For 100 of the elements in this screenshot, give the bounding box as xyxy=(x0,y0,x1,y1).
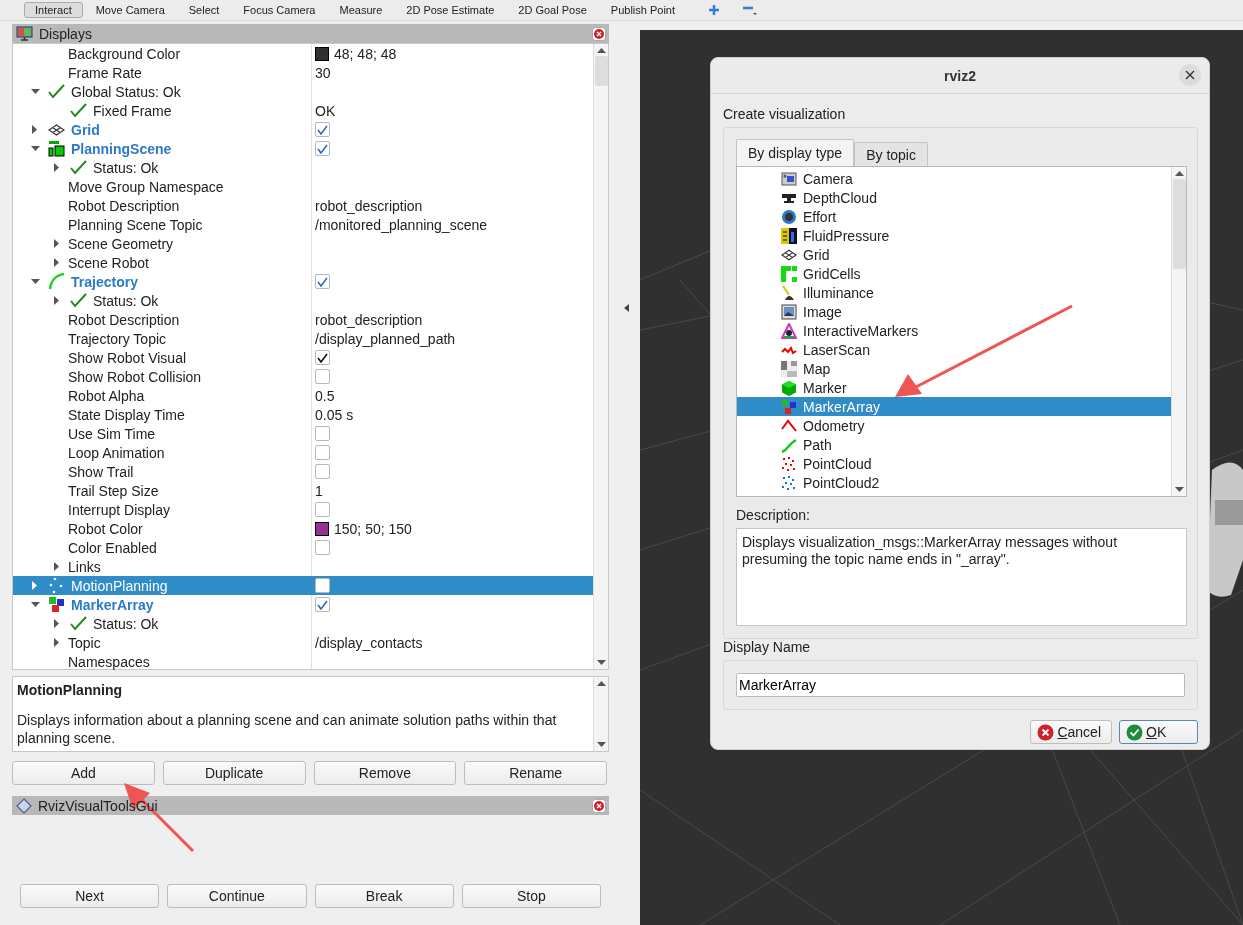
toolbar-button[interactable]: Focus Camera xyxy=(232,2,327,18)
checkbox[interactable] xyxy=(315,445,330,460)
collapsed-arrow-icon[interactable] xyxy=(54,619,60,628)
tree-row[interactable]: Links xyxy=(13,557,593,576)
toolbar-button[interactable]: Publish Point xyxy=(599,2,687,18)
expanded-arrow-icon[interactable] xyxy=(30,145,40,152)
tree-row[interactable]: Trajectory xyxy=(13,272,593,291)
collapsed-arrow-icon[interactable] xyxy=(32,125,38,134)
collapsed-arrow-icon[interactable] xyxy=(54,562,60,571)
checkbox[interactable] xyxy=(315,369,330,384)
list-item[interactable]: Effort xyxy=(737,207,1171,226)
tree-row[interactable]: Status: Ok xyxy=(13,158,593,177)
display-name-field[interactable]: MarkerArray xyxy=(736,673,1185,697)
tree-row[interactable]: Namespaces xyxy=(13,652,593,671)
scrollbar[interactable] xyxy=(1171,167,1186,496)
panel-button[interactable]: Remove xyxy=(313,761,457,785)
scroll-down-icon[interactable] xyxy=(1174,487,1184,492)
checkbox[interactable] xyxy=(315,122,330,137)
close-icon[interactable] xyxy=(592,798,606,813)
tab[interactable]: By display type xyxy=(736,139,855,166)
tree-row[interactable]: Fixed Frame OK xyxy=(13,101,593,120)
checkbox[interactable] xyxy=(315,464,330,479)
tree-row[interactable]: Global Status: Ok xyxy=(13,82,593,101)
tree-row[interactable]: Show Trail xyxy=(13,462,593,481)
tree-row[interactable]: Color Enabled xyxy=(13,538,593,557)
toolbar-button[interactable]: 2D Goal Pose xyxy=(507,2,598,18)
tree-row[interactable]: Planning Scene Topic /monitored_planning_scene xyxy=(13,215,593,234)
list-item[interactable]: PointCloud2 xyxy=(737,473,1171,492)
ok-button[interactable]: OK xyxy=(1119,720,1198,744)
scroll-thumb[interactable] xyxy=(594,56,608,86)
plus-icon[interactable] xyxy=(708,4,721,16)
scroll-up-icon[interactable] xyxy=(596,48,606,53)
tool-button[interactable]: Next xyxy=(20,884,160,908)
checkbox[interactable] xyxy=(315,274,330,289)
tree-row[interactable]: Robot Description robot_description xyxy=(13,310,593,329)
toolbar-button[interactable]: Measure xyxy=(328,2,394,18)
list-item[interactable]: Camera xyxy=(737,169,1171,188)
checkbox[interactable] xyxy=(315,540,330,555)
checkbox[interactable] xyxy=(315,426,330,441)
scrollbar[interactable] xyxy=(593,677,608,751)
list-item[interactable]: Marker xyxy=(737,378,1171,397)
checkbox[interactable] xyxy=(315,578,330,593)
list-item[interactable]: Path xyxy=(737,435,1171,454)
scrollbar[interactable] xyxy=(593,44,608,669)
toolbar-button[interactable]: Select xyxy=(177,2,231,18)
toolbar-button[interactable]: 2D Pose Estimate xyxy=(395,2,506,18)
tree-row[interactable]: MarkerArray xyxy=(13,595,593,614)
tree-row[interactable]: Interrupt Display xyxy=(13,500,593,519)
panel-button[interactable]: Add xyxy=(12,761,155,785)
collapsed-arrow-icon[interactable] xyxy=(54,239,60,248)
tool-button[interactable]: Break xyxy=(314,884,454,908)
list-item[interactable]: Image xyxy=(737,302,1171,321)
list-item[interactable]: GridCells xyxy=(737,264,1171,283)
tree-row[interactable]: Robot Description robot_description xyxy=(13,196,593,215)
tree-row[interactable]: Move Group Namespace xyxy=(13,177,593,196)
tree-row[interactable]: MotionPlanning xyxy=(13,576,593,595)
scroll-up-icon[interactable] xyxy=(596,681,606,686)
tree-row[interactable]: Topic /display_contacts xyxy=(13,633,593,652)
list-item[interactable]: Odometry xyxy=(737,416,1171,435)
collapsed-arrow-icon[interactable] xyxy=(54,258,60,267)
collapsed-arrow-icon[interactable] xyxy=(54,296,60,305)
tree-row[interactable]: Loop Animation xyxy=(13,443,593,462)
scroll-down-icon[interactable] xyxy=(596,660,606,665)
panel-button[interactable]: Rename xyxy=(464,761,607,785)
tree-row[interactable]: Use Sim Time xyxy=(13,424,593,443)
tree-row[interactable]: Show Robot Collision xyxy=(13,367,593,386)
tree-row[interactable]: Grid xyxy=(13,120,593,139)
list-item[interactable]: PointCloud xyxy=(737,454,1171,473)
tree-row[interactable]: Status: Ok xyxy=(13,291,593,310)
scroll-down-icon[interactable] xyxy=(596,742,606,747)
expanded-arrow-icon[interactable] xyxy=(30,88,40,95)
checkbox[interactable] xyxy=(315,350,330,365)
close-button[interactable] xyxy=(1179,64,1201,86)
tree-row[interactable]: Trajectory Topic /display_planned_path xyxy=(13,329,593,348)
scroll-thumb[interactable] xyxy=(1172,179,1186,269)
tree-row[interactable]: Scene Robot xyxy=(13,253,593,272)
tree-row[interactable]: Show Robot Visual xyxy=(13,348,593,367)
tree-row[interactable]: Background Color 48; 48; 48 xyxy=(13,44,593,63)
expanded-arrow-icon[interactable] xyxy=(30,278,40,285)
list-item[interactable]: MarkerArray xyxy=(737,397,1171,416)
close-icon[interactable] xyxy=(592,26,606,41)
collapsed-arrow-icon[interactable] xyxy=(32,581,38,590)
tree-row[interactable]: Frame Rate 30 xyxy=(13,63,593,82)
collapsed-arrow-icon[interactable] xyxy=(54,163,60,172)
checkbox[interactable] xyxy=(315,597,330,612)
list-item[interactable]: Grid xyxy=(737,245,1171,264)
collapsed-arrow-icon[interactable] xyxy=(54,638,60,647)
checkbox[interactable] xyxy=(315,141,330,156)
collapse-arrow-icon[interactable] xyxy=(623,304,629,312)
tree-row[interactable]: PlanningScene xyxy=(13,139,593,158)
tree-row[interactable]: Status: Ok xyxy=(13,614,593,633)
tree-row[interactable]: Scene Geometry xyxy=(13,234,593,253)
tree-row[interactable]: Robot Alpha 0.5 xyxy=(13,386,593,405)
cancel-button[interactable]: Cancel xyxy=(1030,720,1112,744)
toolbar-button[interactable]: Move Camera xyxy=(84,2,176,18)
list-item[interactable]: DepthCloud xyxy=(737,188,1171,207)
list-item[interactable]: FluidPressure xyxy=(737,226,1171,245)
list-item[interactable]: Illuminance xyxy=(737,283,1171,302)
tree-row[interactable]: Robot Color 150; 50; 150 xyxy=(13,519,593,538)
checkbox[interactable] xyxy=(315,502,330,517)
